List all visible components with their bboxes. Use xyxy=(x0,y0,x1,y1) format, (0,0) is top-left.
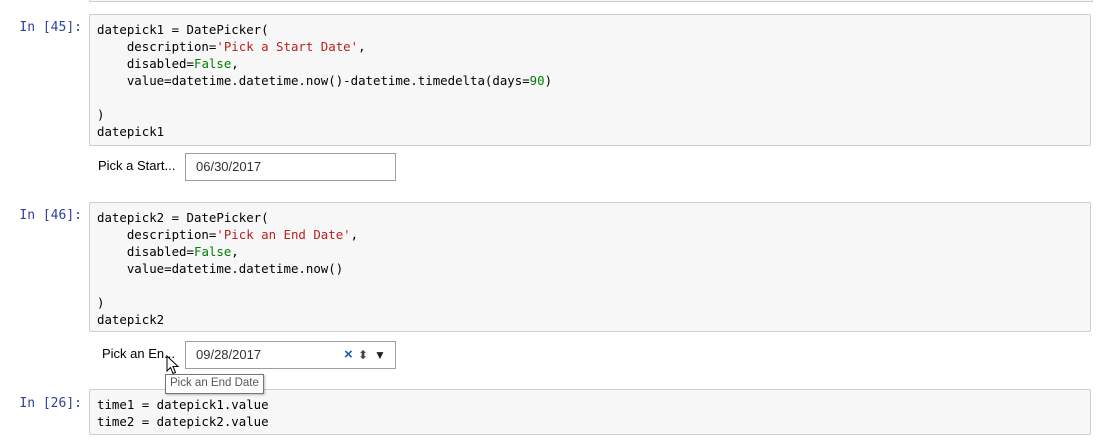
code-token: 'Pick a Start Date' xyxy=(216,39,359,54)
code-token: , xyxy=(231,56,239,71)
mouse-pointer-icon xyxy=(166,355,180,375)
code-line: datepick1 xyxy=(97,123,552,140)
code-token: 'Pick an End Date' xyxy=(216,227,351,242)
cell-prompt: In [45]: xyxy=(19,20,82,35)
code-token: disabled= xyxy=(97,56,194,71)
code-token: , xyxy=(358,39,366,54)
code-line: time2 = datepick2.value xyxy=(97,413,269,430)
code-editor[interactable]: datepick1 = DatePicker( description='Pic… xyxy=(97,21,552,140)
code-token: value=datetime.datetime.now() xyxy=(97,261,344,276)
clear-icon[interactable]: × xyxy=(344,342,353,368)
code-line: datepick2 xyxy=(97,311,358,328)
date-input-start[interactable]: 06/30/2017 xyxy=(185,153,396,181)
datepicker-label: Pick an En... xyxy=(102,346,175,361)
datepicker-label: Pick a Start... xyxy=(98,158,176,173)
code-token: datepick1 = DatePicker( xyxy=(97,22,269,37)
code-token: disabled= xyxy=(97,244,194,259)
spinner-icon[interactable]: ⬍ xyxy=(358,342,368,368)
code-token: False xyxy=(193,244,232,259)
cell-prompt: In [26]: xyxy=(19,396,82,411)
code-cell-input[interactable]: datepick1 = DatePicker( description='Pic… xyxy=(89,14,1091,146)
code-token: False xyxy=(193,56,232,71)
code-line: disabled=False, xyxy=(97,243,358,260)
code-editor[interactable]: datepick2 = DatePicker( description='Pic… xyxy=(97,209,358,328)
cell-prompt: In [46]: xyxy=(19,208,82,223)
dropdown-arrow-icon[interactable]: ▼ xyxy=(374,342,386,368)
code-token: , xyxy=(350,227,359,242)
date-value: 06/30/2017 xyxy=(196,159,262,174)
code-token: ) xyxy=(544,73,553,88)
code-line: time1 = datepick1.value xyxy=(97,396,269,413)
date-value: 09/28/2017 xyxy=(196,347,262,362)
tooltip: Pick an End Date xyxy=(165,374,264,394)
code-token: datepick2 = DatePicker( xyxy=(97,210,269,225)
code-token: time1 = datepick1.value xyxy=(97,397,269,412)
code-line: value=datetime.datetime.now()-datetime.t… xyxy=(97,72,552,89)
code-token: , xyxy=(231,244,239,259)
code-editor[interactable]: time1 = datepick1.value time2 = datepick2… xyxy=(97,396,269,430)
code-token: 90 xyxy=(529,73,545,88)
code-line: disabled=False, xyxy=(97,55,552,72)
code-line: datepick1 = DatePicker( xyxy=(97,21,552,38)
code-token: datepick2 xyxy=(97,312,165,327)
code-cell-input[interactable]: datepick2 = DatePicker( description='Pic… xyxy=(89,202,1091,332)
previous-cell-bottom xyxy=(89,0,1093,2)
code-token: description= xyxy=(97,227,217,242)
code-token: value=datetime.datetime.now()-datetime.t… xyxy=(97,73,530,88)
code-line: ) xyxy=(97,106,552,123)
date-input-end[interactable]: 09/28/2017 × ⬍ ▼ xyxy=(185,341,396,369)
code-line: description='Pick an End Date', xyxy=(97,226,358,243)
code-token: ) xyxy=(97,107,105,122)
code-token: datepick1 xyxy=(97,124,165,139)
code-line: datepick2 = DatePicker( xyxy=(97,209,358,226)
code-token: ) xyxy=(97,295,105,310)
code-cell-input[interactable]: time1 = datepick1.value time2 = datepick2… xyxy=(89,389,1091,435)
code-line: description='Pick a Start Date', xyxy=(97,38,552,55)
code-line: ) xyxy=(97,294,358,311)
code-token: description= xyxy=(97,39,217,54)
code-token: time2 = datepick2.value xyxy=(97,414,269,429)
code-line: value=datetime.datetime.now() xyxy=(97,260,358,277)
